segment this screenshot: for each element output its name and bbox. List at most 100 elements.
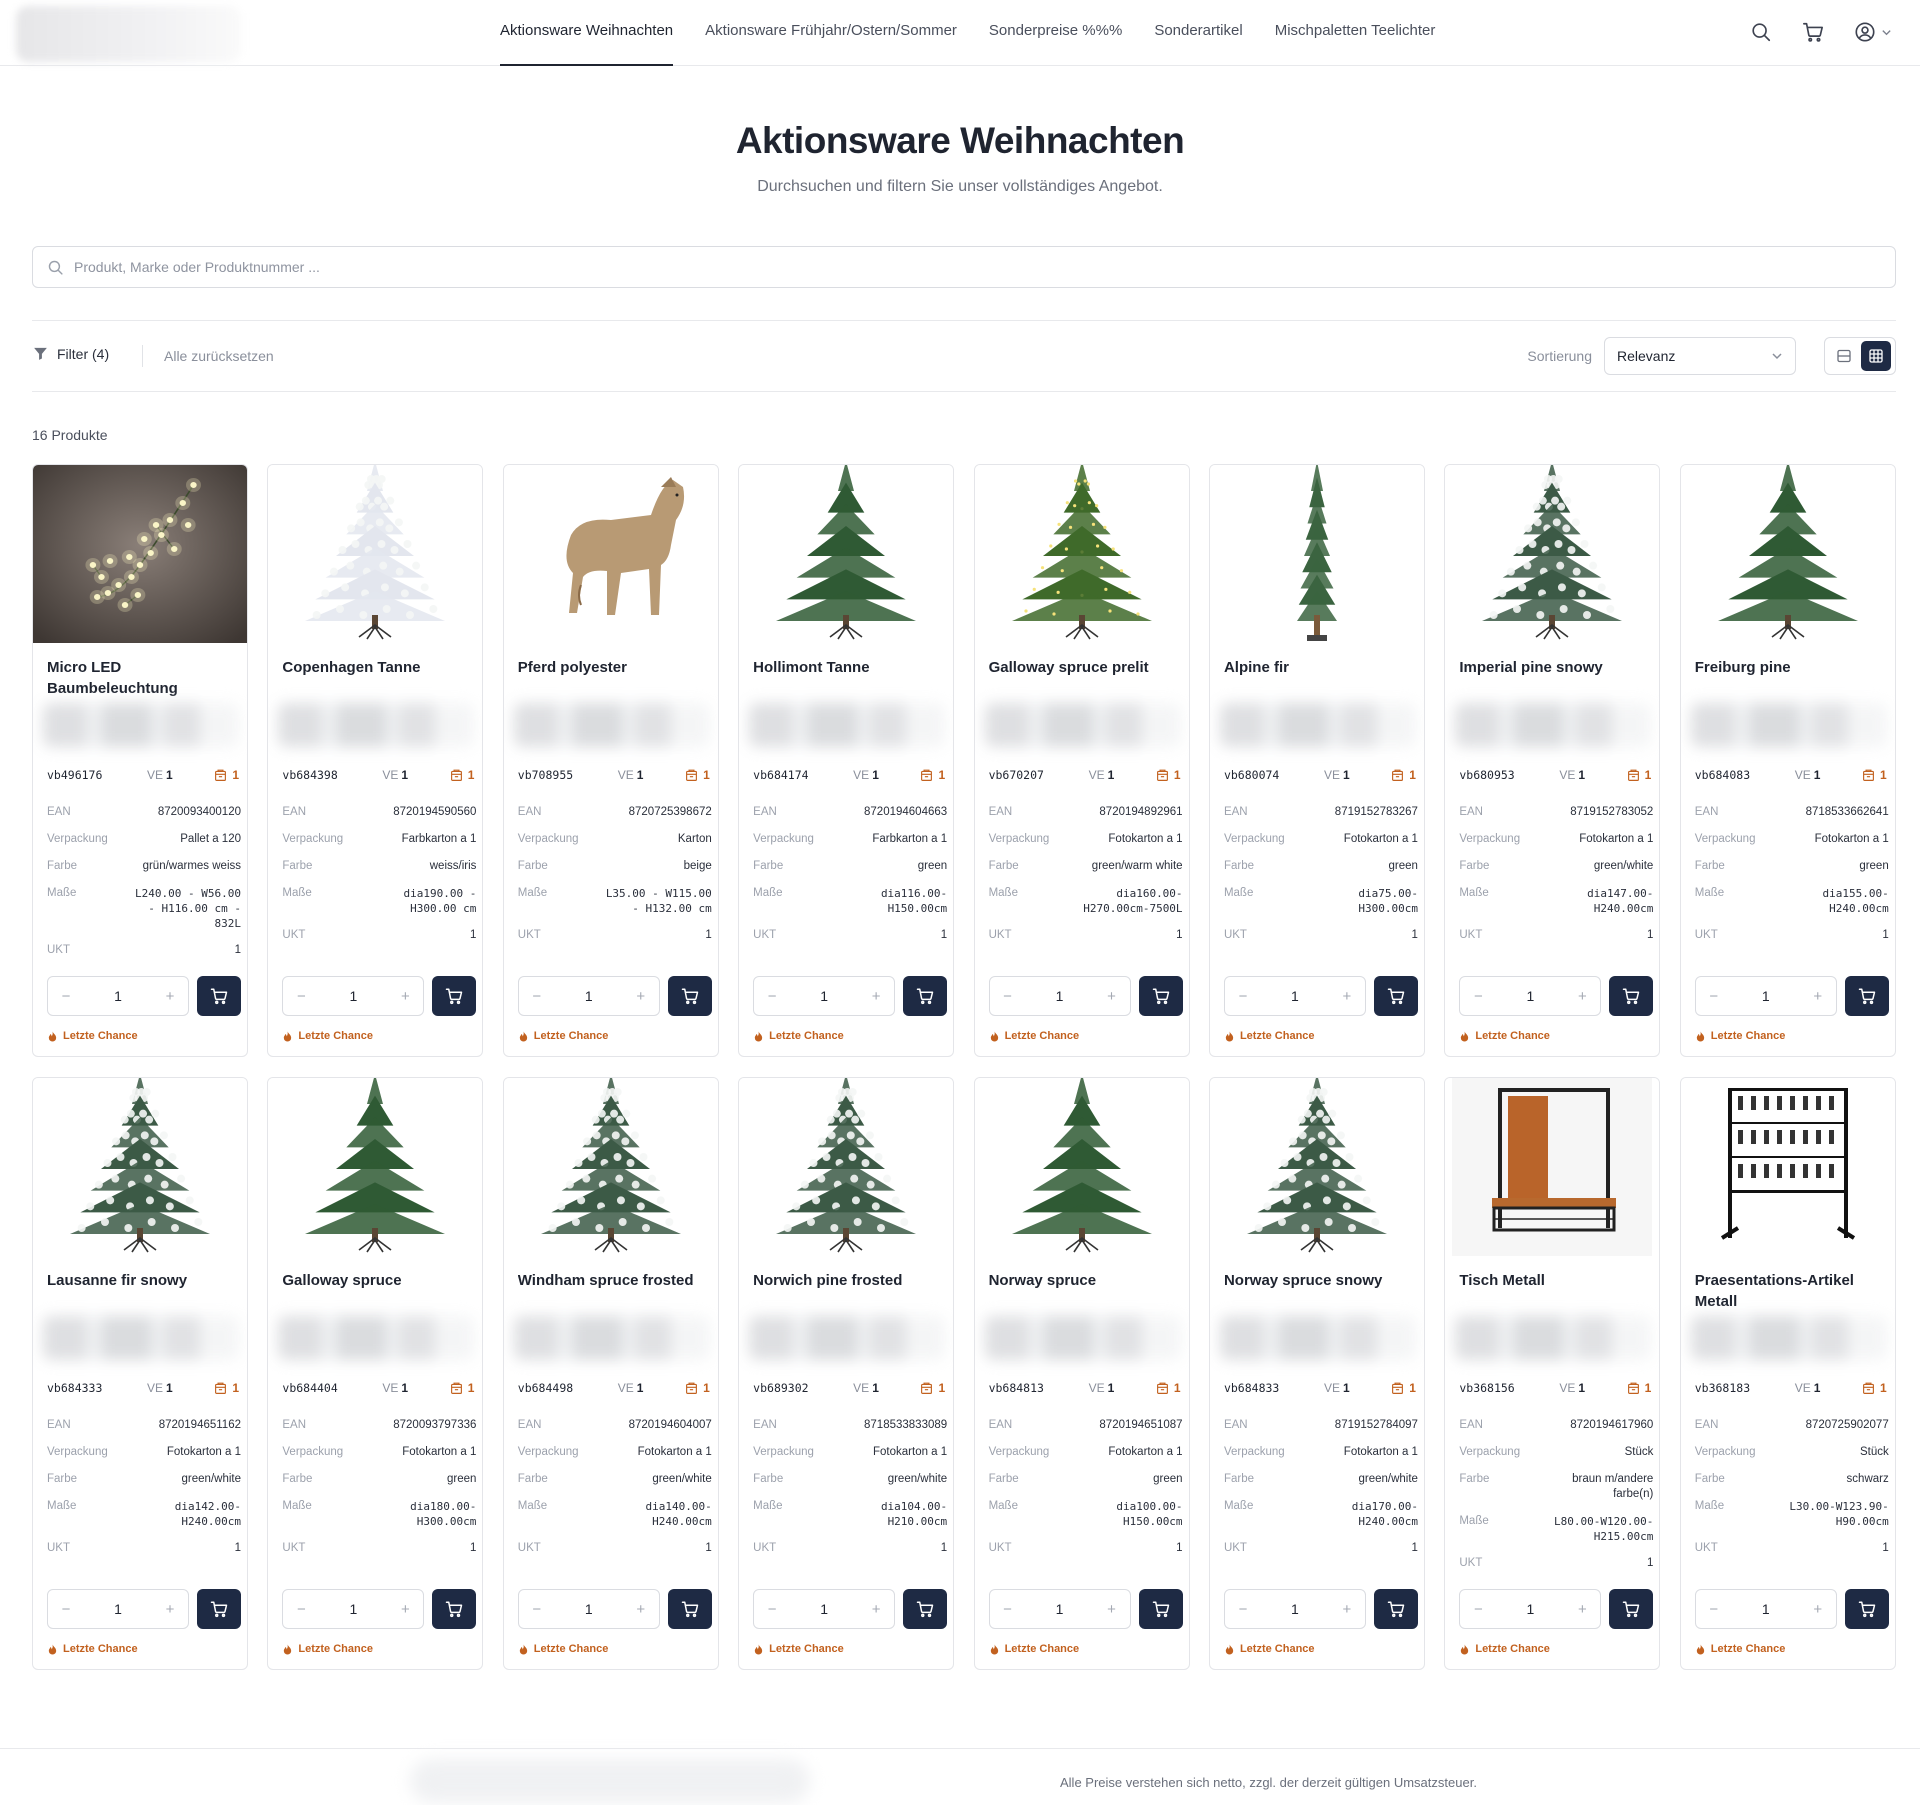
product-image[interactable] <box>1209 465 1424 643</box>
quantity-stepper[interactable]: − 1 + <box>1694 1589 1837 1629</box>
product-card[interactable]: Hollimont Tanne vb684174 VE 1 1 EAN 872019… <box>738 464 955 1057</box>
increment-button[interactable]: + <box>1104 1601 1120 1618</box>
quantity-value[interactable]: 1 <box>114 988 122 1004</box>
quantity-stepper[interactable]: − 1 + <box>517 1589 660 1629</box>
increment-button[interactable]: + <box>397 988 413 1005</box>
quantity-value[interactable]: 1 <box>1291 1601 1299 1617</box>
logo[interactable] <box>16 6 241 62</box>
quantity-value[interactable]: 1 <box>820 1601 828 1617</box>
add-to-cart-button[interactable] <box>1138 1589 1183 1629</box>
product-card[interactable]: Micro LED Baumbeleuchtung Outdoor vb4961… <box>32 464 248 1057</box>
product-card[interactable]: Norway spruce vb684813 VE 1 1 EAN 87201946… <box>973 1077 1190 1670</box>
quantity-stepper[interactable]: − 1 + <box>753 976 896 1016</box>
product-name[interactable]: Copenhagen Tanne <box>282 657 472 699</box>
nav-item-aktionsware-weihnachten[interactable]: Aktionsware Weihnachten <box>500 0 674 66</box>
quantity-stepper[interactable]: − 1 + <box>988 1589 1131 1629</box>
product-image[interactable] <box>1680 1078 1895 1256</box>
product-name[interactable]: Tisch Metall <box>1459 1270 1649 1312</box>
add-to-cart-button[interactable] <box>1138 976 1183 1016</box>
product-image[interactable] <box>33 465 247 643</box>
product-image[interactable] <box>739 1078 954 1256</box>
product-card[interactable]: Windham spruce frosted vb684498 VE 1 1 EA… <box>502 1077 719 1670</box>
quantity-stepper[interactable]: − 1 + <box>988 976 1131 1016</box>
nav-item-sonderpreise[interactable]: Sonderpreise %%% <box>989 0 1122 66</box>
add-to-cart-button[interactable] <box>432 976 477 1016</box>
decrement-button[interactable]: − <box>1470 988 1486 1005</box>
product-card[interactable]: Pferd polyester vb708955 VE 1 1 EAN 872072… <box>502 464 719 1057</box>
increment-button[interactable]: + <box>162 988 178 1005</box>
quantity-stepper[interactable]: − 1 + <box>753 1589 896 1629</box>
product-image[interactable] <box>1445 1078 1660 1256</box>
increment-button[interactable]: + <box>1339 988 1355 1005</box>
quantity-value[interactable]: 1 <box>585 1601 593 1617</box>
product-image[interactable] <box>33 1078 247 1256</box>
product-name[interactable]: Galloway spruce <box>282 1270 472 1312</box>
search-icon[interactable] <box>1748 19 1774 45</box>
quantity-stepper[interactable]: − 1 + <box>517 976 660 1016</box>
decrement-button[interactable]: − <box>1000 1601 1016 1618</box>
quantity-value[interactable]: 1 <box>585 988 593 1004</box>
quantity-stepper[interactable]: − 1 + <box>1459 976 1602 1016</box>
product-name[interactable]: Hollimont Tanne <box>753 657 943 699</box>
product-image[interactable] <box>503 1078 718 1256</box>
add-to-cart-button[interactable] <box>197 976 241 1016</box>
product-name[interactable]: Imperial pine snowy <box>1459 657 1649 699</box>
increment-button[interactable]: + <box>1810 1601 1826 1618</box>
decrement-button[interactable]: − <box>293 988 309 1005</box>
user-menu[interactable] <box>1852 19 1892 45</box>
product-card[interactable]: Freiburg pine vb684083 VE 1 1 EAN 87185336… <box>1679 464 1896 1057</box>
add-to-cart-button[interactable] <box>903 976 948 1016</box>
add-to-cart-button[interactable] <box>903 1589 948 1629</box>
decrement-button[interactable]: − <box>529 988 545 1005</box>
product-card[interactable]: Praesentations-Artikel Metall vb368183 V… <box>1679 1077 1896 1670</box>
product-image[interactable] <box>268 465 483 643</box>
product-image[interactable] <box>1680 465 1895 643</box>
product-card[interactable]: Lausanne fir snowy vb684333 VE 1 1 EAN 872… <box>32 1077 248 1670</box>
quantity-value[interactable]: 1 <box>820 988 828 1004</box>
grid-view-button[interactable] <box>1861 341 1891 371</box>
product-image[interactable] <box>1209 1078 1424 1256</box>
add-to-cart-button[interactable] <box>1373 1589 1418 1629</box>
product-name[interactable]: Norway spruce snowy <box>1224 1270 1414 1312</box>
decrement-button[interactable]: − <box>58 988 74 1005</box>
quantity-value[interactable]: 1 <box>1056 988 1064 1004</box>
quantity-stepper[interactable]: − 1 + <box>1694 976 1837 1016</box>
decrement-button[interactable]: − <box>293 1601 309 1618</box>
add-to-cart-button[interactable] <box>432 1589 477 1629</box>
add-to-cart-button[interactable] <box>197 1589 241 1629</box>
filter-button[interactable]: Filter (4) <box>32 345 109 362</box>
product-name[interactable]: Galloway spruce prelit <box>989 657 1179 699</box>
product-name[interactable]: Windham spruce frosted <box>518 1270 708 1312</box>
product-name[interactable]: Praesentations-Artikel Metall <box>1695 1270 1885 1312</box>
add-to-cart-button[interactable] <box>1844 1589 1889 1629</box>
increment-button[interactable]: + <box>1574 1601 1590 1618</box>
quantity-stepper[interactable]: − 1 + <box>47 976 189 1016</box>
product-name[interactable]: Lausanne fir snowy <box>47 1270 237 1312</box>
quantity-value[interactable]: 1 <box>114 1601 122 1617</box>
product-image[interactable] <box>1445 465 1660 643</box>
increment-button[interactable]: + <box>162 1601 178 1618</box>
reset-filters-button[interactable]: Alle zurücksetzen <box>164 348 274 364</box>
add-to-cart-button[interactable] <box>1609 1589 1654 1629</box>
add-to-cart-button[interactable] <box>1844 976 1889 1016</box>
nav-item-aktionsware-fruehjahr[interactable]: Aktionsware Frühjahr/Ostern/Sommer <box>705 0 957 66</box>
decrement-button[interactable]: − <box>1000 988 1016 1005</box>
quantity-stepper[interactable]: − 1 + <box>1459 1589 1602 1629</box>
list-view-button[interactable] <box>1829 341 1859 371</box>
quantity-value[interactable]: 1 <box>1762 1601 1770 1617</box>
product-name[interactable]: Pferd polyester <box>518 657 708 699</box>
product-name[interactable]: Alpine fir <box>1224 657 1414 699</box>
product-name[interactable]: Micro LED Baumbeleuchtung Outdoor <box>47 657 237 699</box>
product-card[interactable]: Tisch Metall vb368156 VE 1 1 EAN 872019461… <box>1444 1077 1661 1670</box>
product-image[interactable] <box>503 465 718 643</box>
quantity-value[interactable]: 1 <box>1762 988 1770 1004</box>
product-name[interactable]: Norway spruce <box>989 1270 1179 1312</box>
quantity-value[interactable]: 1 <box>349 988 357 1004</box>
product-card[interactable]: Galloway spruce prelit vb670207 VE 1 1 EA… <box>973 464 1190 1057</box>
decrement-button[interactable]: − <box>764 988 780 1005</box>
quantity-value[interactable]: 1 <box>1056 1601 1064 1617</box>
decrement-button[interactable]: − <box>529 1601 545 1618</box>
product-image[interactable] <box>974 465 1189 643</box>
add-to-cart-button[interactable] <box>1373 976 1418 1016</box>
increment-button[interactable]: + <box>1574 988 1590 1005</box>
